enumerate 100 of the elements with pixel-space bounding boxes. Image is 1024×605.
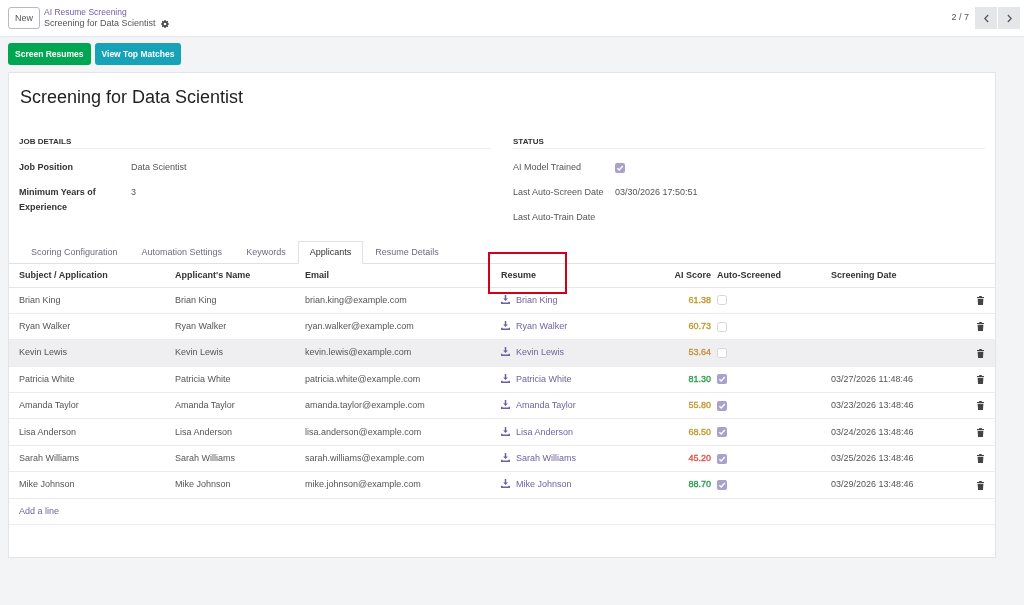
field-value: 03/30/2026 17:50:51 [615, 186, 698, 199]
tab[interactable]: Resume Details [363, 241, 451, 264]
delete-icon[interactable] [976, 401, 984, 411]
score-value: 60.73 [688, 321, 711, 332]
table-row[interactable]: Mike Johnson Mike Johnson mike.johnson@example.com Mike Johnson 88.70 03/29/2026 13:48:46 [9, 471, 995, 499]
score-value: 55.80 [688, 400, 711, 411]
score-value: 81.30 [688, 373, 711, 384]
breadcrumb-link[interactable]: AI Resume Screening [44, 7, 169, 18]
table-cell: amanda.taylor@example.com [305, 400, 425, 411]
column-header: Applicant's Name [175, 269, 251, 280]
table-row[interactable]: Patricia White Patricia White patricia.white@example.com Patricia White 81.30 03/27/2026 11:48:46 [9, 366, 995, 393]
table-cell: 03/27/2026 11:48:46 [831, 373, 913, 384]
file-link[interactable]: Sarah Williams [516, 453, 576, 464]
download-icon[interactable] [501, 453, 510, 463]
record-name: Screening for Data Scientist [44, 18, 156, 29]
new-button[interactable]: New [8, 7, 40, 29]
tab[interactable]: Keywords [234, 241, 298, 264]
field-value: Data Scientist [131, 161, 187, 174]
field-label: Last Auto-Train Date [513, 211, 597, 224]
add-line-link[interactable]: Add a line [19, 505, 60, 516]
table-row[interactable]: Sarah Williams Sarah Williams sarah.williams@example.com Sarah Williams 45.20 03/25/2026 13:48:46 [9, 445, 995, 472]
table-row[interactable]: Lisa Anderson Lisa Anderson lisa.anderson@example.com Lisa Anderson 68.50 03/24/2026 13:48:46 [9, 418, 995, 446]
download-icon[interactable] [501, 479, 510, 489]
next-button[interactable] [998, 7, 1020, 29]
checkbox[interactable] [615, 162, 625, 173]
table-cell: 03/29/2026 13:48:46 [831, 479, 914, 490]
field-label: Last Auto-Screen Date [513, 186, 605, 199]
table-cell: patricia.white@example.com [305, 373, 421, 384]
chevron-right-icon [1006, 13, 1012, 23]
checkbox[interactable] [717, 400, 727, 411]
field-value: 3 [131, 186, 136, 199]
table-row[interactable]: Brian King Brian King brian.king@example.com Brian King 61.38 [9, 287, 995, 314]
group-heading: JOB DETAILS [19, 136, 73, 148]
score-value: 45.20 [688, 453, 711, 464]
download-icon[interactable] [501, 426, 510, 436]
table-cell: Sarah Williams [175, 453, 235, 464]
table-cell: Ryan Walker [19, 321, 71, 332]
delete-icon[interactable] [976, 427, 984, 437]
table-cell: Lisa Anderson [19, 426, 77, 437]
file-link[interactable]: Brian King [516, 294, 558, 305]
field-label: Job Position [19, 161, 74, 174]
table-cell: Kevin Lewis [19, 347, 68, 358]
delete-icon[interactable] [976, 375, 984, 384]
checkbox[interactable] [717, 347, 727, 358]
tab[interactable]: Automation Settings [129, 241, 235, 264]
column-header: Subject / Application [19, 269, 108, 280]
checkbox[interactable] [717, 321, 727, 332]
previous-button[interactable] [975, 7, 997, 29]
column-header: Auto-Screened [717, 269, 781, 280]
file-link[interactable]: Ryan Walker [516, 321, 568, 332]
score-value: 61.38 [688, 294, 711, 305]
table-cell: Mike Johnson [19, 479, 75, 490]
table-cell: mike.johnson@example.com [305, 479, 421, 490]
settings-icon[interactable] [160, 19, 169, 28]
table-cell: Lisa Anderson [175, 426, 233, 437]
download-icon[interactable] [501, 321, 510, 331]
table-cell: Patricia White [19, 373, 75, 384]
table-cell: kevin.lewis@example.com [305, 347, 412, 358]
pager-counter: 2 / 7 [951, 11, 969, 25]
download-icon[interactable] [501, 373, 510, 383]
table-cell: sarah.williams@example.com [305, 453, 425, 464]
action-button[interactable]: View Top Matches [94, 43, 182, 65]
table-cell: brian.king@example.com [305, 294, 407, 305]
delete-icon[interactable] [976, 348, 984, 358]
tab[interactable]: Applicants [297, 241, 364, 264]
checkbox[interactable] [717, 427, 727, 438]
tab[interactable]: Scoring Configuration [19, 241, 130, 264]
delete-icon[interactable] [976, 454, 984, 464]
group-heading: STATUS [513, 136, 545, 148]
file-link[interactable]: Patricia White [516, 373, 572, 384]
delete-icon[interactable] [976, 322, 984, 332]
table-cell: Brian King [175, 294, 217, 305]
score-value: 53.64 [688, 347, 711, 358]
table-cell: Patricia White [175, 373, 231, 384]
delete-icon[interactable] [976, 295, 984, 305]
table-row[interactable]: Kevin Lewis Kevin Lewis kevin.lewis@example.com Kevin Lewis 53.64 [9, 339, 995, 367]
file-link[interactable]: Mike Johnson [516, 479, 572, 490]
checkbox[interactable] [717, 453, 727, 464]
chevron-left-icon [983, 13, 989, 23]
download-icon[interactable] [501, 294, 510, 304]
column-header: Screening Date [831, 269, 897, 280]
download-icon[interactable] [501, 347, 510, 357]
file-link[interactable]: Kevin Lewis [516, 347, 565, 358]
action-button[interactable]: Screen Resumes [8, 43, 91, 65]
table-cell: 03/24/2026 13:48:46 [831, 426, 914, 437]
checkbox[interactable] [717, 374, 727, 385]
checkbox[interactable] [717, 295, 727, 306]
field-label: AI Model Trained [513, 161, 583, 174]
checkbox[interactable] [717, 479, 727, 490]
table-row[interactable]: Ryan Walker Ryan Walker ryan.walker@example.com Ryan Walker 60.73 [9, 313, 995, 340]
file-link[interactable]: Amanda Taylor [516, 400, 576, 411]
table-row[interactable]: Amanda Taylor Amanda Taylor amanda.taylor@example.com Amanda Taylor 55.80 03/23/2026 13:48:46 [9, 392, 995, 419]
download-icon[interactable] [501, 400, 510, 410]
file-link[interactable]: Lisa Anderson [516, 426, 574, 437]
delete-icon[interactable] [976, 480, 984, 490]
table-cell: Amanda Taylor [19, 400, 79, 411]
record-title: Screening for Data Scientist [19, 86, 245, 109]
score-value: 88.70 [688, 479, 711, 490]
table-cell: Ryan Walker [175, 321, 227, 332]
table-cell: Sarah Williams [19, 453, 79, 464]
